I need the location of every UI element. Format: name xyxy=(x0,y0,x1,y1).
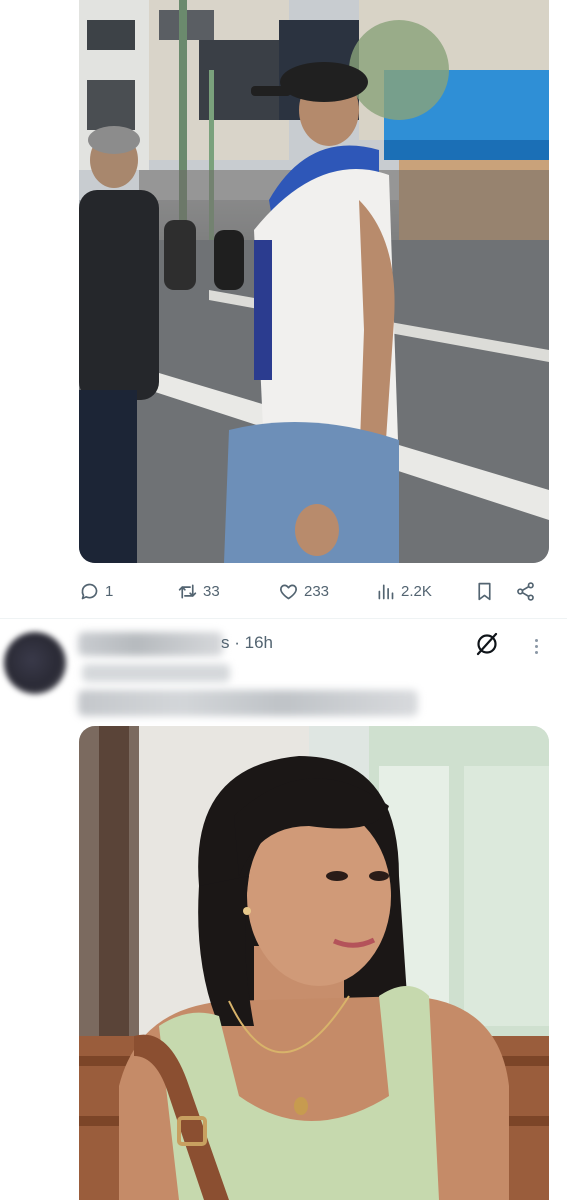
blurred-post-text xyxy=(78,690,418,716)
time-label: 16h xyxy=(244,633,273,652)
time-separator: s · xyxy=(221,633,245,652)
post-divider xyxy=(0,618,567,619)
grok-glyph xyxy=(476,632,498,656)
view-count: 2.2K xyxy=(401,582,432,600)
post-image-street[interactable] xyxy=(79,0,549,563)
share-button[interactable] xyxy=(515,574,536,608)
more-options-icon[interactable] xyxy=(527,634,545,658)
share-icon xyxy=(517,581,534,601)
post-timestamp[interactable]: s · 16h xyxy=(221,633,273,653)
views-button[interactable]: 2.2K xyxy=(375,574,432,608)
portrait-photo xyxy=(79,726,549,1200)
repost-icon xyxy=(178,584,197,598)
post-action-bar: 1 33 233 2.2K xyxy=(79,574,549,608)
bookmark-button[interactable] xyxy=(474,574,495,608)
reply-count: 1 xyxy=(105,582,114,600)
like-button[interactable]: 233 xyxy=(278,574,329,608)
avatar[interactable] xyxy=(4,632,66,694)
reply-icon xyxy=(81,583,98,599)
blurred-display-name[interactable] xyxy=(78,632,223,656)
analytics-icon xyxy=(378,584,394,599)
reply-button[interactable]: 1 xyxy=(79,574,113,608)
repost-button[interactable]: 33 xyxy=(177,574,220,608)
heart-icon xyxy=(280,584,297,599)
like-count: 233 xyxy=(304,582,330,600)
bookmark-icon xyxy=(478,582,491,600)
post-image-portrait[interactable] xyxy=(79,726,549,1200)
repost-count: 33 xyxy=(203,582,220,600)
street-photo xyxy=(79,0,549,563)
grok-icon[interactable] xyxy=(474,631,500,657)
blurred-handle xyxy=(82,664,230,682)
